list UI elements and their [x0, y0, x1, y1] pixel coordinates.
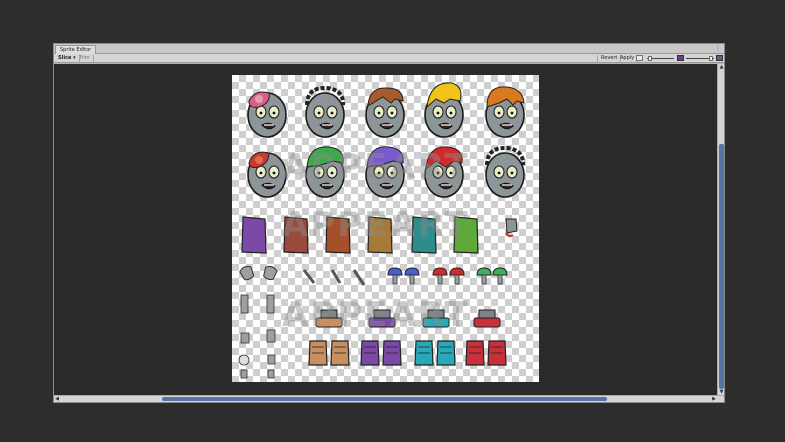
sprite-sheet-art: [238, 82, 526, 379]
trim-button[interactable]: Trim: [76, 55, 94, 62]
editor-toolbar: Slice ▾ Trim Revert Apply: [54, 54, 724, 63]
alpha-channel-icon[interactable]: [677, 55, 684, 61]
rgb-channel-icon[interactable]: [636, 55, 643, 61]
mip-level-icon[interactable]: [716, 55, 723, 61]
scroll-right-icon[interactable]: ▶: [711, 396, 717, 402]
scroll-left-icon[interactable]: ◀: [54, 396, 60, 402]
window-titlebar: Sprite Editor ⋮: [54, 44, 724, 54]
horizontal-scroll-thumb[interactable]: [162, 397, 607, 401]
vertical-scrollbar[interactable]: ▲ ▼: [717, 64, 724, 395]
window-menu-icon[interactable]: ⋮: [715, 44, 721, 53]
zoom-slider-handle[interactable]: [648, 56, 652, 61]
mip-slider-handle[interactable]: [709, 56, 713, 61]
sprite-sheet-texture[interactable]: APPEART APPEART APPEART: [232, 75, 539, 382]
scroll-up-icon[interactable]: ▲: [719, 64, 724, 70]
horizontal-scrollbar[interactable]: ◀ ▶: [54, 395, 724, 402]
apply-button[interactable]: Apply: [617, 55, 639, 62]
vertical-scroll-thumb[interactable]: [719, 144, 724, 389]
window-tab-sprite-editor[interactable]: Sprite Editor: [55, 45, 97, 54]
